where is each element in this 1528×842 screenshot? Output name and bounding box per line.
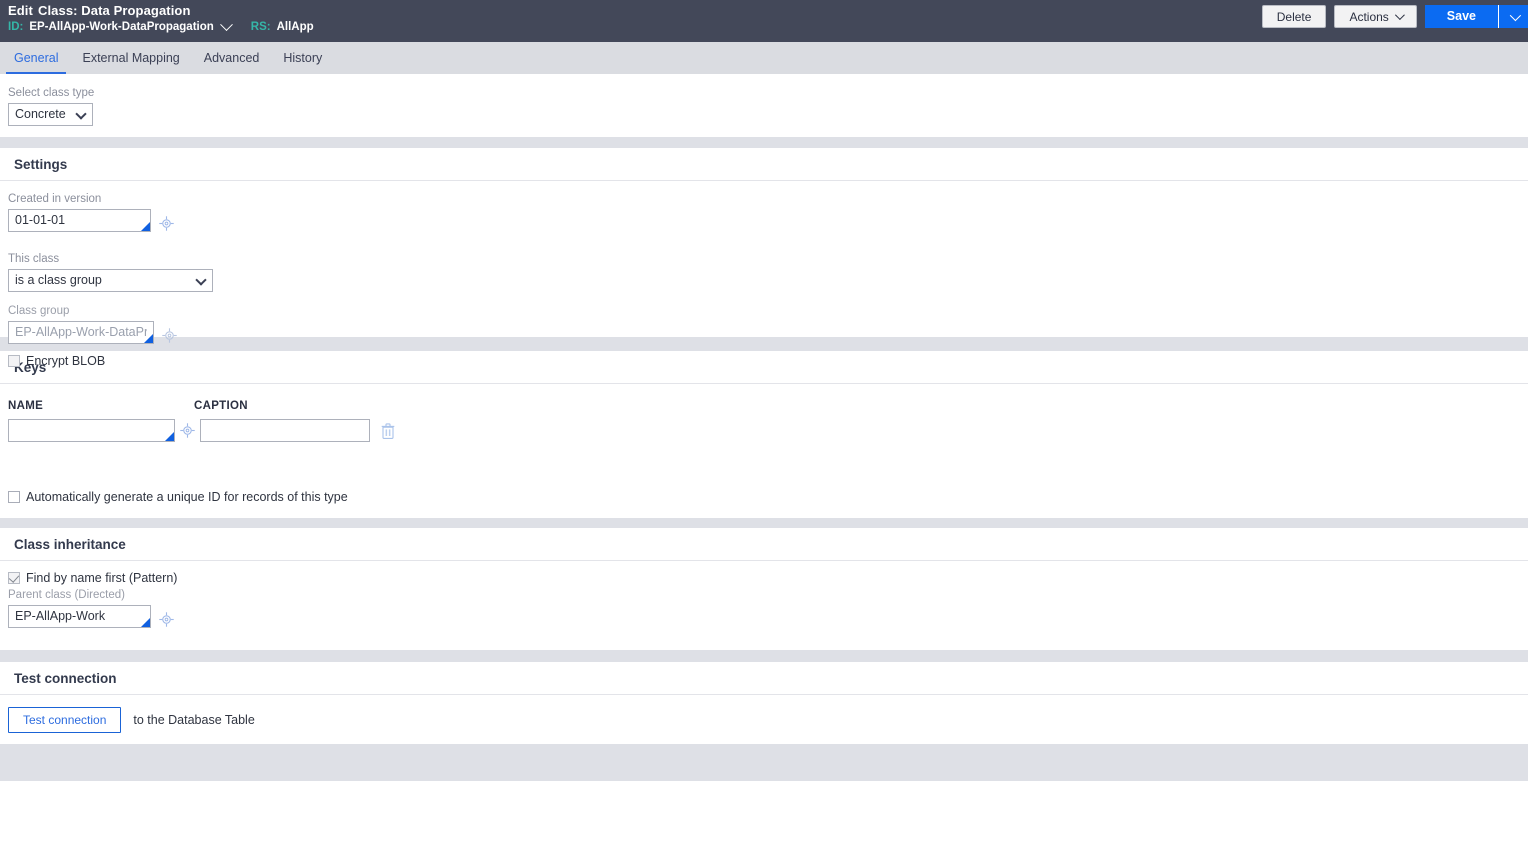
this-class-select[interactable]: is a class group [8, 268, 213, 292]
find-by-name-first-label: Find by name first (Pattern) [26, 571, 178, 585]
parent-class-label: Parent class (Directed) [8, 589, 125, 601]
actions-button[interactable]: Actions [1334, 5, 1417, 28]
settings-heading-label: Settings [14, 156, 68, 172]
auto-id-row: Automatically generate a unique ID for r… [8, 490, 1528, 504]
page-title-prefix: Edit [8, 3, 33, 18]
parent-class-row [8, 604, 1528, 628]
class-group-input [8, 320, 154, 344]
save-button[interactable]: Save [1424, 5, 1498, 28]
class-type-select-wrap: Concrete [8, 102, 93, 126]
test-connection-heading-label: Test connection [14, 670, 117, 686]
page-title-main: Class: Data Propagation [37, 3, 191, 18]
keys-body: NAME CAPTION Automatically generate a un… [0, 384, 1528, 518]
id-value[interactable]: EP-AllApp-Work-DataPropagation [29, 21, 213, 34]
test-connection-button-label: Test connection [23, 713, 107, 727]
tab-history[interactable]: History [271, 42, 334, 74]
save-button-group: Save [1424, 5, 1528, 28]
keys-table-header: NAME CAPTION [8, 400, 1528, 412]
parent-class-input-wrap [8, 604, 151, 628]
id-label: ID: [8, 21, 24, 33]
created-in-version-label: Created in version [8, 193, 102, 205]
created-in-version-crosshair-icon[interactable] [158, 215, 175, 232]
class-type-select[interactable]: Concrete [8, 102, 93, 126]
this-class-select-wrap: is a class group [8, 268, 213, 292]
save-dropdown-button[interactable] [1498, 5, 1528, 28]
keys-col-caption: CAPTION [194, 400, 248, 412]
settings-body: Created in version This class is a class… [0, 181, 1528, 368]
section-divider-test-connection [0, 650, 1528, 662]
class-group-label: Class group [8, 304, 70, 317]
test-connection-row: Test connection to the Database Table [8, 707, 1528, 733]
actions-chevron-down-icon [1394, 10, 1405, 21]
tab-advanced[interactable]: Advanced [192, 42, 272, 74]
page-title: Edit Class: Data Propagation [8, 4, 314, 17]
id-chevron-down-icon[interactable] [219, 18, 233, 32]
test-connection-button[interactable]: Test connection [8, 707, 122, 733]
tab-advanced-label: Advanced [203, 51, 260, 65]
actions-button-label: Actions [1349, 9, 1389, 24]
tab-bar: General External Mapping Advanced Histor… [0, 42, 1528, 74]
class-inheritance-heading-label: Class inheritance [14, 536, 126, 552]
find-by-name-first-checkbox [8, 572, 20, 584]
parent-class-input[interactable] [8, 604, 151, 628]
app-header: Edit Class: Data Propagation ID: EP-AllAp… [0, 0, 1528, 42]
save-chevron-down-icon [1509, 9, 1521, 21]
header-actions: Delete Actions Save [1261, 5, 1528, 28]
class-group-input-wrap [8, 320, 154, 344]
settings-heading: Settings [0, 148, 1528, 181]
header-title-block: Edit Class: Data Propagation ID: EP-AllAp… [8, 4, 314, 34]
tab-general-label: General [14, 51, 59, 65]
encrypt-blob-checkbox [8, 354, 20, 367]
key-name-crosshair-icon[interactable] [179, 422, 196, 439]
class-inheritance-heading: Class inheritance [0, 528, 1528, 561]
delete-button-label: Delete [1276, 9, 1312, 24]
created-in-version-input[interactable] [8, 208, 151, 232]
ruleset-value: AllApp [276, 21, 314, 33]
keys-heading: Keys [0, 351, 1528, 384]
created-in-version-input-wrap [8, 208, 151, 232]
class-type-section: Select class type Concrete [0, 74, 1528, 137]
class-inheritance-body: Find by name first (Pattern) Parent clas… [0, 561, 1528, 650]
save-button-label: Save [1446, 9, 1476, 24]
tab-general[interactable]: General [2, 42, 70, 74]
find-by-name-row: Find by name first (Pattern) [8, 571, 1528, 585]
record-identity: ID: EP-AllApp-Work-DataPropagation RS: A… [8, 18, 314, 34]
class-type-label: Select class type [8, 87, 95, 99]
created-in-version-row [8, 208, 1528, 232]
test-connection-heading: Test connection [0, 662, 1528, 695]
tab-history-label: History [283, 51, 323, 65]
key-name-input[interactable] [8, 419, 175, 442]
test-connection-body: Test connection to the Database Table [0, 695, 1528, 744]
keys-table-row [8, 419, 1528, 442]
test-connection-trailing-text: to the Database Table [133, 713, 255, 727]
delete-button[interactable]: Delete [1261, 5, 1327, 28]
section-divider-class-inheritance [0, 518, 1528, 528]
key-delete-trash-icon[interactable] [381, 422, 395, 439]
tab-external-mapping-label: External Mapping [82, 51, 180, 65]
key-name-input-wrap [8, 419, 175, 442]
footer-band [0, 744, 1528, 781]
keys-col-name: NAME [8, 400, 44, 412]
auto-generate-id-checkbox[interactable] [8, 491, 20, 503]
class-group-crosshair-icon[interactable] [161, 327, 178, 344]
section-divider-settings [0, 137, 1528, 148]
ruleset-label: RS: [250, 21, 271, 33]
key-caption-input[interactable] [200, 419, 370, 442]
this-class-label: This class [8, 252, 60, 265]
auto-generate-id-label: Automatically generate a unique ID for r… [26, 490, 348, 504]
tab-external-mapping[interactable]: External Mapping [70, 42, 191, 74]
section-divider-keys [0, 337, 1528, 351]
parent-class-crosshair-icon[interactable] [158, 611, 175, 628]
